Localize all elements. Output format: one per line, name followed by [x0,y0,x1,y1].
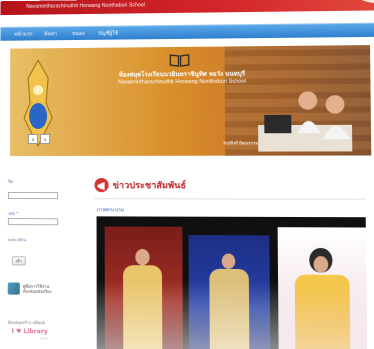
open-book-icon [169,53,189,67]
banner: ห้องสมุดโรงเรียนนวมินทราชินูทิศ หอวัง นน… [10,45,372,157]
login-button[interactable]: เข้า [11,256,26,266]
news-title: ข่าวประชาสัมพันธ์ [112,181,187,192]
manual-text-line-2: ห้องสมุดอัจฉริยะ [22,288,52,294]
page: Navamintharachinuthit Horwang Nonthaburi… [0,0,374,349]
banner-next-button[interactable]: › [40,133,51,144]
nav-item-search[interactable]: ค้นหา [44,30,57,38]
megaphone-icon [94,178,109,193]
school-title: Navamintharachinuthit Horwang Nonthaburi… [26,2,146,10]
i-love-library-logo[interactable]: I ♥ Library [12,328,48,336]
portrait-prince-head [221,253,236,269]
register-link[interactable]: ลงทะเบียน [8,236,26,243]
banner-arrows: ‹ › [28,133,51,144]
manual-book-icon [7,282,20,295]
top-bar: Navamintharachinuthit Horwang Nonthaburi… [0,0,374,16]
portrait-crown-prince [188,234,271,349]
news-caption-link[interactable]: ภาพพระบรม [97,206,125,214]
news-divider [94,198,366,200]
portrait-queen-face [313,256,329,273]
nav-item-group[interactable]: หนอง [72,30,84,38]
manual-text: คู่มือการใช้งาน ห้องสมุดอัจฉริยะ [23,284,52,294]
library-logo-sub: Online [39,337,49,341]
username-label: ชื่อ [7,179,14,185]
royal-portraits-image[interactable] [96,216,368,349]
news-header: ข่าวประชาสัมพันธ์ [94,178,187,193]
nav-item-account[interactable]: บัญชีผู้ใช้ [98,30,118,38]
username-input[interactable] [7,192,59,200]
manual-link[interactable]: คู่มือการใช้งาน ห้องสมุดอัจฉริยะ [7,282,52,295]
portrait-queen [277,227,368,349]
portrait-prince-robe [209,268,250,349]
ebook-label: ห้องสมุดสร้าง eBook [7,319,46,326]
password-input[interactable] [7,218,59,226]
banner-prev-button[interactable]: ‹ [28,133,39,144]
password-label: รหัส * [7,211,19,217]
portrait-king-robe [123,265,163,349]
portrait-king [104,226,183,349]
portrait-queen-dress [294,274,351,349]
students-photo [258,91,353,152]
nav-item-home[interactable]: หน้าแรก [14,31,32,39]
main-nav: หน้าแรก ค้นหา หนอง บัญชีผู้ใช้ [0,22,374,41]
corner-decoration [335,0,374,11]
portrait-king-head [135,248,150,266]
